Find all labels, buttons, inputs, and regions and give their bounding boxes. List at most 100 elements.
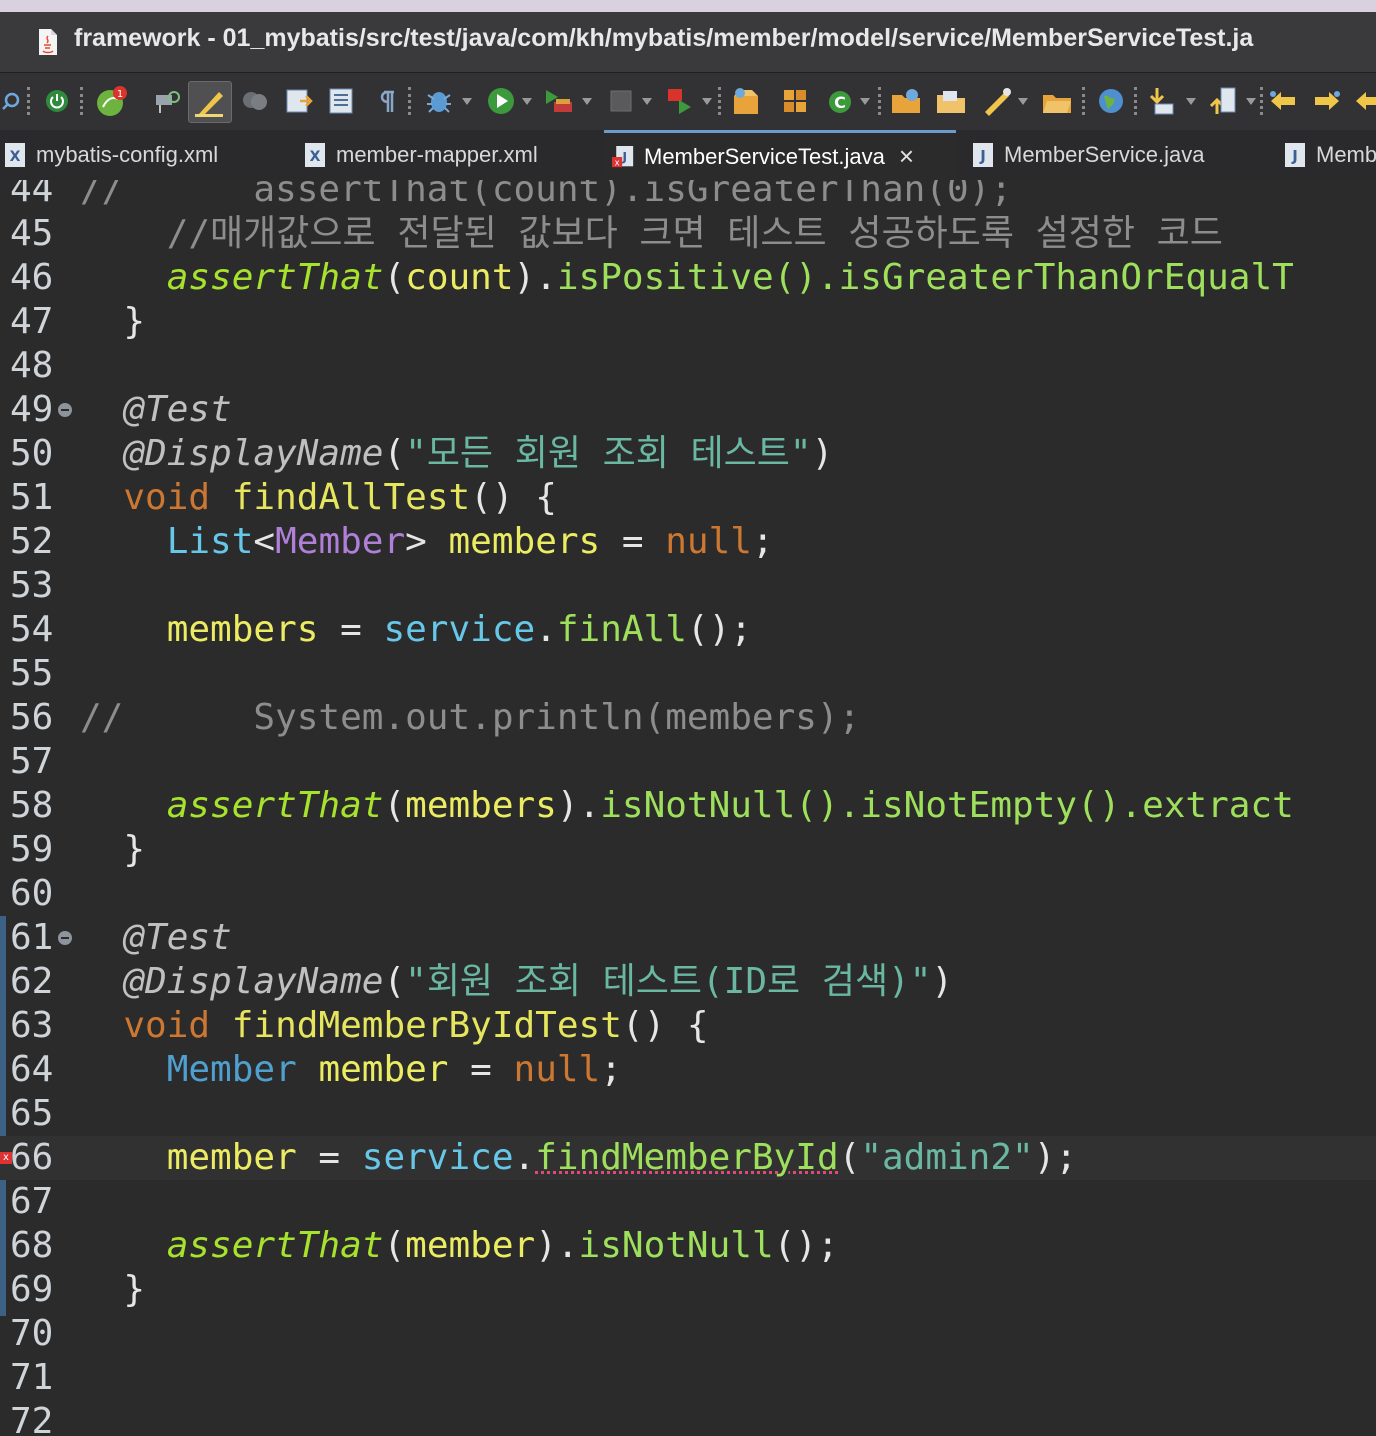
line-number: 54: [10, 609, 54, 650]
toolbar-separator: [80, 87, 86, 115]
close-icon[interactable]: ×: [899, 141, 914, 172]
line-number: 56: [10, 697, 54, 738]
open-console-icon[interactable]: [324, 83, 358, 119]
svg-text:J: J: [1291, 147, 1298, 165]
highlight-icon[interactable]: [188, 81, 232, 123]
code-line[interactable]: 55: [0, 652, 1376, 696]
code-line[interactable]: 53: [0, 564, 1376, 608]
brush-dropdown[interactable]: [1018, 98, 1028, 105]
globe-icon[interactable]: [1094, 83, 1128, 119]
code-line[interactable]: 50 @DisplayName("모든 회원 조회 테스트"): [0, 432, 1376, 476]
open-task-icon[interactable]: [282, 83, 316, 119]
spring-icon[interactable]: 1: [94, 83, 128, 119]
svg-text:X: X: [10, 149, 21, 165]
new-dropdown[interactable]: [860, 98, 870, 105]
line-number: 45: [10, 213, 54, 254]
line-number: 50: [10, 433, 54, 474]
code-line[interactable]: 48: [0, 344, 1376, 388]
code-line[interactable]: 44 // assertThat(count).isGreaterThan(0)…: [0, 180, 1376, 212]
code-line[interactable]: 60: [0, 872, 1376, 916]
debug-icon[interactable]: [422, 83, 456, 119]
code-line[interactable]: 68 assertThat(member).isNotNull();: [0, 1224, 1376, 1268]
forward-icon[interactable]: [1310, 83, 1344, 119]
coverage-icon[interactable]: [542, 83, 576, 119]
line-number: 58: [10, 785, 54, 826]
svg-text:J: J: [621, 149, 627, 164]
code-editor[interactable]: 44 // assertThat(count).isGreaterThan(0)…: [0, 180, 1376, 1436]
next-annotation-icon[interactable]: [1146, 83, 1180, 119]
open-folder-icon[interactable]: [890, 83, 924, 119]
line-number: 46: [10, 257, 54, 298]
code-line[interactable]: 52 List<Member> members = null;: [0, 520, 1376, 564]
stop-dropdown[interactable]: [642, 98, 652, 105]
code-line[interactable]: 63 void findMemberByIdTest() {: [0, 1004, 1376, 1048]
run-icon[interactable]: [484, 83, 518, 119]
pilcrow-icon[interactable]: [370, 83, 404, 119]
prev-annotation-icon[interactable]: [1206, 83, 1240, 119]
svg-text:J: J: [979, 147, 986, 165]
code-line[interactable]: 54 members = service.finAll();: [0, 608, 1376, 652]
code-line[interactable]: 46 assertThat(count).isPositive().isGrea…: [0, 256, 1376, 300]
back-icon[interactable]: [1266, 83, 1300, 119]
external-tool-icon[interactable]: [664, 83, 698, 119]
line-number: 51: [10, 477, 54, 518]
fold-collapse-icon[interactable]: [58, 403, 72, 417]
terminal-icon[interactable]: [238, 83, 272, 119]
stop-icon[interactable]: [604, 83, 638, 119]
code-line[interactable]: 59 }: [0, 828, 1376, 872]
new-refresh-icon[interactable]: C: [824, 83, 858, 119]
xml-file-icon: X: [305, 143, 325, 167]
code-line[interactable]: 64 Member member = null;: [0, 1048, 1376, 1092]
toolbar-separator: [408, 87, 414, 115]
code-line[interactable]: 51 void findAllTest() {: [0, 476, 1376, 520]
code-line[interactable]: 61 @Test: [0, 916, 1376, 960]
code-line[interactable]: 45 //매개값으로 전달된 값보다 크면 테스트 성공하도록 설정한 코드: [0, 212, 1376, 256]
code-line[interactable]: 47 }: [0, 300, 1376, 344]
line-number: 57: [10, 741, 54, 782]
line-number: 44: [10, 180, 54, 210]
tab-member-service-test[interactable]: Jx MemberServiceTest.java ×: [604, 130, 956, 180]
run-dropdown[interactable]: [522, 98, 532, 105]
code-line[interactable]: 49 @Test: [0, 388, 1376, 432]
tab-label: member-mapper.xml: [336, 142, 538, 167]
brush-icon[interactable]: [980, 83, 1014, 119]
power-icon[interactable]: [40, 83, 74, 119]
code-line[interactable]: 70: [0, 1312, 1376, 1356]
java-file-icon: J: [973, 143, 993, 167]
toolbar-separator: [718, 87, 724, 115]
tab-mybatis-config[interactable]: X mybatis-config.xml: [4, 130, 218, 180]
tab-member[interactable]: J Memb: [1284, 130, 1376, 180]
java-file-icon: J: [1285, 143, 1305, 167]
search-icon[interactable]: [0, 83, 22, 119]
prev-annotation-dropdown[interactable]: [1246, 98, 1256, 105]
next-annotation-dropdown[interactable]: [1186, 98, 1196, 105]
code-line[interactable]: 65: [0, 1092, 1376, 1136]
code-line[interactable]: 71: [0, 1356, 1376, 1400]
line-number: 52: [10, 521, 54, 562]
code-line[interactable]: 69 }: [0, 1268, 1376, 1312]
debug-dropdown[interactable]: [462, 98, 472, 105]
open-project-icon[interactable]: [934, 83, 968, 119]
new-package-icon[interactable]: [730, 83, 764, 119]
current-code-line[interactable]: x 66 member = service.findMemberById("ad…: [0, 1136, 1376, 1180]
back-alt-icon[interactable]: [1352, 83, 1376, 119]
coverage-dropdown[interactable]: [582, 98, 592, 105]
open-file-icon[interactable]: [1040, 83, 1074, 119]
code-line[interactable]: 72: [0, 1400, 1376, 1436]
tab-label: MemberServiceTest.java: [644, 143, 885, 169]
external-tool-dropdown[interactable]: [702, 98, 712, 105]
error-underline[interactable]: findMemberById: [535, 1137, 838, 1178]
code-line[interactable]: 58 assertThat(members).isNotNull().isNot…: [0, 784, 1376, 828]
pin-icon[interactable]: [150, 83, 184, 119]
line-number: 63: [10, 1005, 54, 1046]
code-line[interactable]: 57: [0, 740, 1376, 784]
tab-member-service[interactable]: J MemberService.java: [972, 130, 1205, 180]
code-line[interactable]: 67: [0, 1180, 1376, 1224]
new-class-icon[interactable]: [778, 83, 812, 119]
code-line[interactable]: 56 // System.out.println(members);: [0, 696, 1376, 740]
line-number: 64: [10, 1049, 54, 1090]
svg-text:C: C: [834, 93, 846, 112]
fold-collapse-icon[interactable]: [58, 931, 72, 945]
code-line[interactable]: 62 @DisplayName("회원 조회 테스트(ID로 검색)"): [0, 960, 1376, 1004]
tab-member-mapper[interactable]: X member-mapper.xml: [304, 130, 538, 180]
